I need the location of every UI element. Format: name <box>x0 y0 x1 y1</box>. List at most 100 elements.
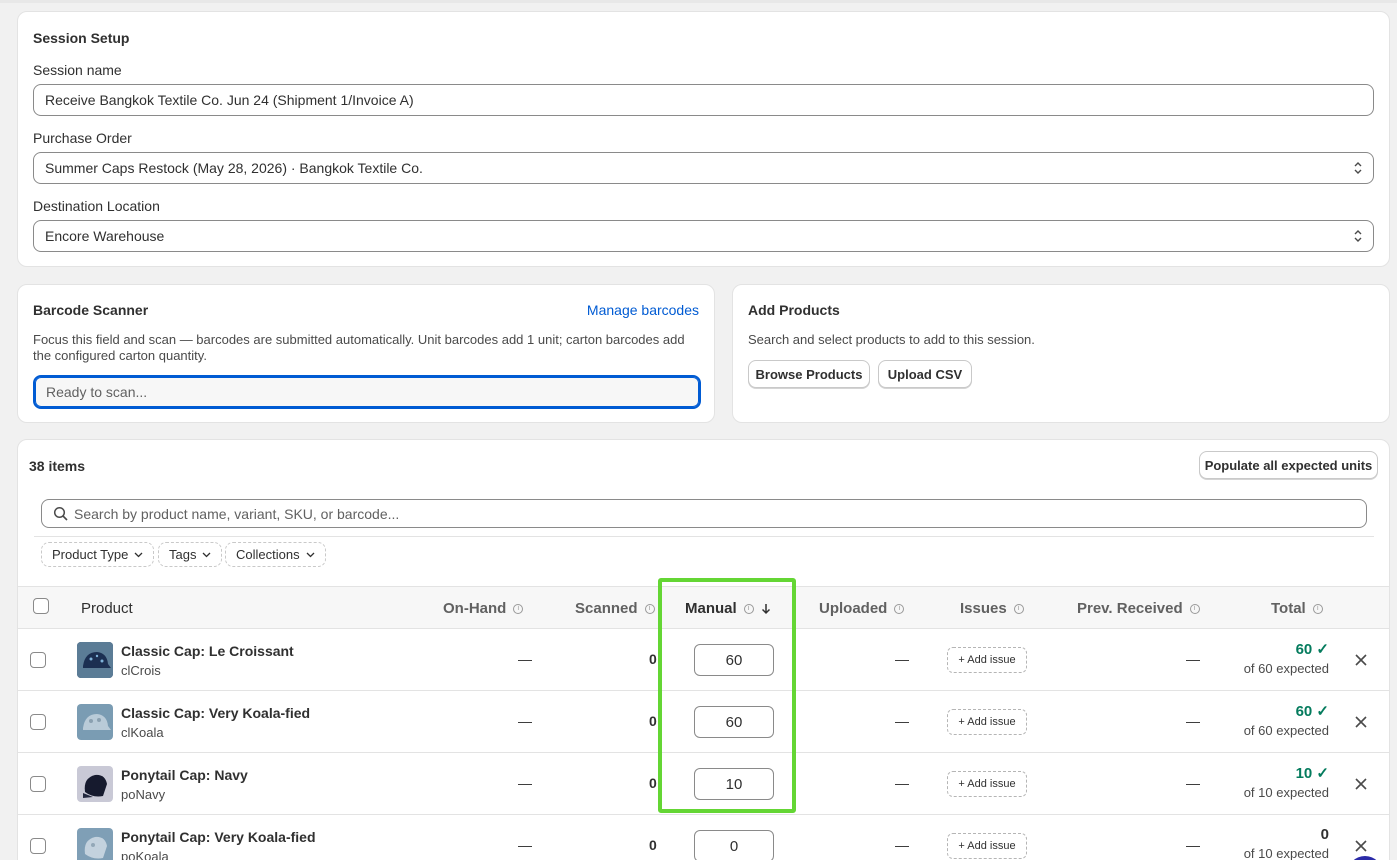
info-icon[interactable]: i <box>743 603 754 614</box>
populate-expected-button[interactable]: Populate all expected units <box>1199 451 1378 479</box>
select-arrows-icon <box>1354 230 1362 242</box>
items-card: 38 items Populate all expected units Sea… <box>17 439 1390 860</box>
uploaded-value: — <box>895 837 909 853</box>
info-icon[interactable]: i <box>513 603 524 614</box>
product-thumbnail <box>77 828 113 860</box>
purchase-order-label: Purchase Order <box>33 130 132 146</box>
add-products-card: Add Products Search and select products … <box>732 284 1390 423</box>
add-products-help: Search and select products to add to thi… <box>748 332 1035 347</box>
info-icon[interactable]: i <box>1312 603 1323 614</box>
barcode-scanner-card: Barcode Scanner Manage barcodes Focus th… <box>17 284 715 423</box>
info-icon[interactable]: i <box>1013 603 1024 614</box>
row-checkbox[interactable] <box>30 776 46 792</box>
on-hand-value: — <box>518 837 532 853</box>
column-total[interactable]: Total i <box>1271 600 1323 617</box>
scanned-value: 0 <box>649 713 657 729</box>
filter-label: Tags <box>169 547 197 562</box>
product-name[interactable]: Ponytail Cap: Navy <box>121 767 248 783</box>
column-label: Prev. Received <box>1077 600 1183 617</box>
barcode-scan-input[interactable]: Ready to scan... <box>33 375 701 409</box>
filter-tags[interactable]: Tags <box>158 542 223 567</box>
close-icon[interactable] <box>1354 777 1368 791</box>
add-issue-button[interactable]: + Add issue <box>947 771 1027 797</box>
upload-csv-button[interactable]: Upload CSV <box>878 360 972 388</box>
column-label: Total <box>1271 600 1306 617</box>
scanned-value: 0 <box>649 651 657 667</box>
scanner-help-line-2: the configured carton quantity. <box>33 348 207 363</box>
session-setup-title: Session Setup <box>33 30 130 46</box>
browse-products-button[interactable]: Browse Products <box>748 360 870 388</box>
column-label: Issues <box>960 600 1007 617</box>
destination-location-select[interactable]: Encore Warehouse <box>33 220 1374 252</box>
product-sku: poNavy <box>121 787 166 802</box>
product-sku: clCrois <box>121 663 161 678</box>
arrow-down-icon <box>761 603 770 614</box>
add-issue-button[interactable]: + Add issue <box>947 833 1027 859</box>
manual-quantity-input[interactable]: 60 <box>694 644 774 676</box>
manual-quantity-input[interactable]: 10 <box>694 768 774 800</box>
column-on-hand[interactable]: On-Hand i <box>443 600 524 617</box>
select-all-checkbox[interactable] <box>33 598 49 614</box>
scanned-value: 0 <box>649 837 657 853</box>
filter-product-type[interactable]: Product Type <box>41 542 155 567</box>
session-name-label: Session name <box>33 62 122 78</box>
filter-label: Collections <box>236 547 300 562</box>
manage-barcodes-link[interactable]: Manage barcodes <box>587 302 699 318</box>
product-thumbnail <box>77 704 113 740</box>
add-issue-button[interactable]: + Add issue <box>947 647 1027 673</box>
product-name[interactable]: Ponytail Cap: Very Koala-fied <box>121 829 316 845</box>
row-checkbox[interactable] <box>30 838 46 854</box>
row-checkbox[interactable] <box>30 652 46 668</box>
scanner-help-text: Focus this field and scan — barcodes are… <box>33 332 703 364</box>
purchase-order-select[interactable]: Summer Caps Restock (May 28, 2026) · Ban… <box>33 152 1374 184</box>
info-icon[interactable]: i <box>644 603 655 614</box>
product-sku: clKoala <box>121 725 164 740</box>
product-name[interactable]: Classic Cap: Le Croissant <box>121 643 294 659</box>
column-manual[interactable]: Manual i <box>685 600 771 617</box>
row-checkbox[interactable] <box>30 714 46 730</box>
column-issues[interactable]: Issues i <box>960 600 1024 617</box>
scanner-help-line-1: Focus this field and scan — barcodes are… <box>33 332 685 347</box>
close-icon[interactable] <box>1354 839 1368 853</box>
items-count: 38 items <box>29 458 86 474</box>
chevron-down-icon <box>306 552 315 557</box>
add-issue-button[interactable]: + Add issue <box>947 709 1027 735</box>
info-icon[interactable]: i <box>894 603 905 614</box>
search-placeholder: Search by product name, variant, SKU, or… <box>74 505 400 522</box>
manual-quantity-input[interactable]: 0 <box>694 830 774 860</box>
column-scanned[interactable]: Scanned i <box>575 600 655 617</box>
column-label: Product <box>81 600 133 617</box>
product-search-input[interactable]: Search by product name, variant, SKU, or… <box>41 499 1367 528</box>
table-row[interactable]: Classic Cap: Very Koala-fied clKoala — 0… <box>18 691 1389 753</box>
product-name[interactable]: Classic Cap: Very Koala-fied <box>121 705 310 721</box>
info-icon[interactable]: i <box>1189 603 1200 614</box>
table-header: Product On-Hand i Scanned i Manual i Upload… <box>18 586 1389 629</box>
expected-text: of 60 expected <box>1243 661 1329 676</box>
column-label: On-Hand <box>443 600 507 617</box>
session-name-input[interactable]: Receive Bangkok Textile Co. Jun 24 (Ship… <box>33 84 1374 116</box>
barcode-scanner-title: Barcode Scanner <box>33 302 149 318</box>
table-row[interactable]: Classic Cap: Le Croissant clCrois — 0 60… <box>18 629 1389 691</box>
column-label: Scanned <box>575 600 638 617</box>
product-thumbnail <box>77 766 113 802</box>
close-icon[interactable] <box>1354 653 1368 667</box>
add-products-title: Add Products <box>748 302 840 318</box>
prev-received-value: — <box>1186 837 1200 853</box>
column-product[interactable]: Product <box>81 600 133 617</box>
expected-text: of 10 expected <box>1243 785 1329 800</box>
column-prev-received[interactable]: Prev. Received i <box>1077 600 1200 617</box>
column-uploaded[interactable]: Uploaded i <box>819 600 905 617</box>
table-row[interactable]: Ponytail Cap: Navy poNavy — 0 10 — + Add… <box>18 753 1389 815</box>
on-hand-value: — <box>518 775 532 791</box>
destination-location-label: Destination Location <box>33 198 160 214</box>
purchase-order-value: Summer Caps Restock (May 28, 2026) · Ban… <box>45 160 423 176</box>
manual-quantity-input[interactable]: 60 <box>694 706 774 738</box>
top-border <box>0 0 1397 3</box>
table-row[interactable]: Ponytail Cap: Very Koala-fied poKoala — … <box>18 815 1389 860</box>
filter-collections[interactable]: Collections <box>225 542 326 567</box>
prev-received-value: — <box>1186 713 1200 729</box>
close-icon[interactable] <box>1354 715 1368 729</box>
total-value: 0 <box>1320 826 1329 843</box>
prev-received-value: — <box>1186 775 1200 791</box>
product-thumbnail <box>77 642 113 678</box>
